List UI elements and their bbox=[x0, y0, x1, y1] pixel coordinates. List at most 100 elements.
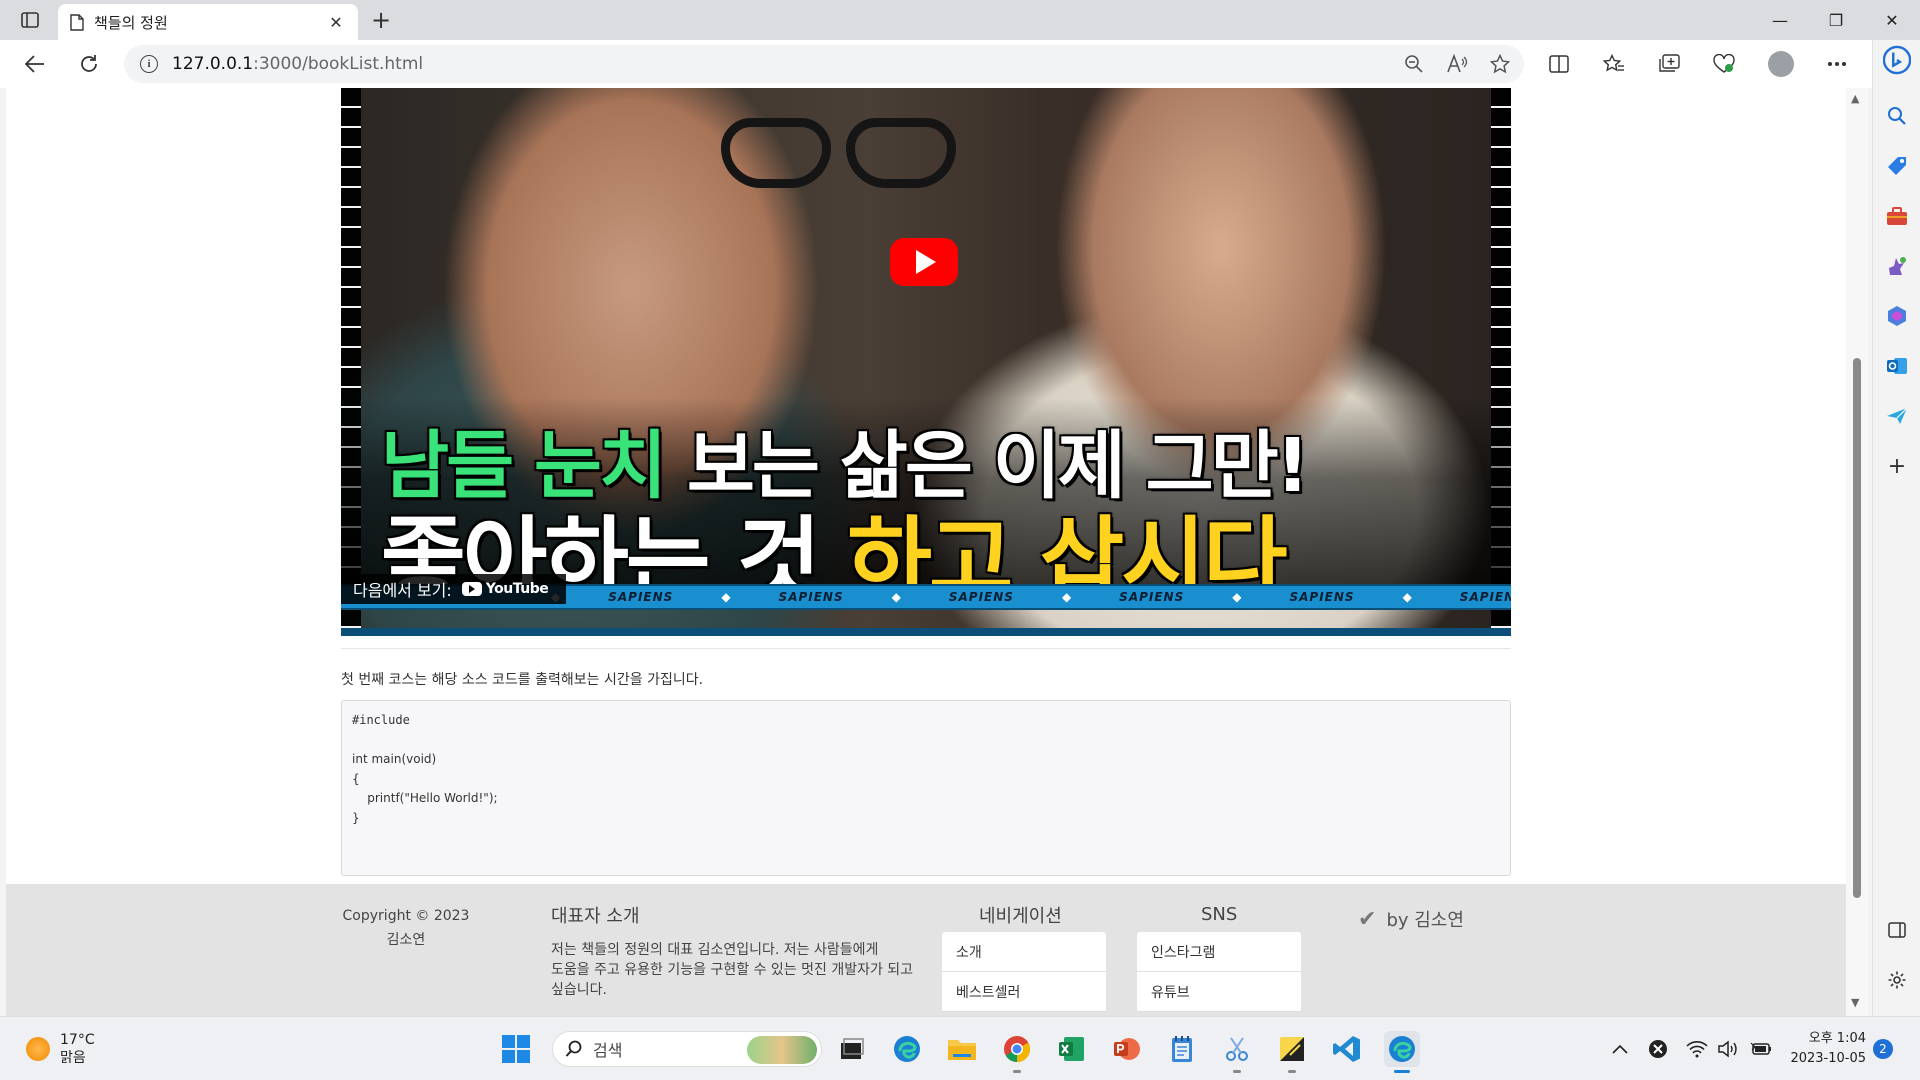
copyright: Copyright © 2023 김소연 bbox=[342, 908, 470, 948]
excel-app[interactable] bbox=[1054, 1031, 1090, 1067]
hide-sidebar-icon[interactable] bbox=[1883, 916, 1911, 944]
sns-item-youtube[interactable]: 유튜브 bbox=[1137, 972, 1301, 1012]
checkmark-icon: ✔ bbox=[1358, 906, 1377, 932]
edge-active-app[interactable] bbox=[1384, 1031, 1420, 1073]
volume-icon[interactable] bbox=[1718, 1031, 1740, 1067]
site-footer: Copyright © 2023 김소연 대표자 소개 저는 책들의 정원의 대… bbox=[6, 884, 1846, 1016]
excel-icon bbox=[1059, 1037, 1084, 1061]
sticky-notes-app[interactable] bbox=[1274, 1031, 1310, 1073]
snipping-tool-app[interactable] bbox=[1219, 1031, 1255, 1073]
chrome-app[interactable] bbox=[999, 1031, 1035, 1073]
games-icon[interactable] bbox=[1883, 252, 1911, 280]
site-info-icon[interactable]: i bbox=[140, 55, 158, 73]
vscode-app[interactable] bbox=[1329, 1031, 1365, 1067]
sns-item-instagram[interactable]: 인스타그램 bbox=[1137, 932, 1301, 972]
code-line: } bbox=[352, 810, 360, 825]
close-window-button[interactable]: ✕ bbox=[1864, 0, 1920, 40]
clock-date: 2023-10-05 bbox=[1790, 1051, 1866, 1066]
search-icon bbox=[565, 1040, 582, 1057]
youtube-video-embed[interactable]: 남들 눈치 보는 삶은 이제 그만! 좋아하는 것 하고 삽시다 ◆SAPIEN… bbox=[341, 88, 1511, 628]
reload-button[interactable] bbox=[72, 48, 106, 80]
favorite-star-icon[interactable] bbox=[1490, 54, 1510, 74]
taskbar-search[interactable]: 검색 bbox=[552, 1031, 822, 1067]
split-screen-icon[interactable] bbox=[1544, 50, 1574, 78]
notification-badge[interactable]: 2 bbox=[1873, 1039, 1893, 1059]
restore-button[interactable]: ❐ bbox=[1808, 0, 1864, 40]
file-explorer-app[interactable] bbox=[944, 1031, 980, 1067]
back-button[interactable] bbox=[18, 48, 52, 80]
search-highlight-image bbox=[747, 1036, 817, 1064]
chrome-icon bbox=[1004, 1036, 1031, 1063]
system-clock[interactable]: 오후 1:04 2023-10-05 bbox=[1786, 1029, 1866, 1069]
glasses-graphic bbox=[721, 108, 971, 198]
content-divider bbox=[341, 648, 1511, 649]
tab-actions-icon bbox=[21, 12, 39, 28]
nav-item-bestseller[interactable]: 베스트셀러 bbox=[942, 972, 1106, 1012]
edge-taskbar-app[interactable] bbox=[889, 1031, 925, 1067]
profile-avatar[interactable] bbox=[1766, 50, 1796, 78]
shopping-tag-icon[interactable] bbox=[1883, 152, 1911, 180]
weather-condition: 맑음 bbox=[60, 1050, 86, 1066]
wifi-icon[interactable] bbox=[1686, 1031, 1708, 1067]
outlook-icon[interactable] bbox=[1883, 352, 1911, 380]
settings-gear-icon[interactable] bbox=[1883, 966, 1911, 994]
show-hidden-icons-chevron[interactable] bbox=[1612, 1031, 1628, 1067]
course-description: 첫 번째 코스는 해당 소스 코드를 출력해보는 시간을 가집니다. bbox=[341, 672, 704, 688]
back-arrow-icon bbox=[25, 55, 44, 73]
tab-actions-button[interactable] bbox=[10, 6, 50, 34]
url-host: 127.0.0.1 bbox=[172, 54, 254, 74]
play-icon bbox=[916, 250, 936, 274]
url-path: :3000/bookList.html bbox=[253, 54, 424, 74]
browser-essentials-icon[interactable] bbox=[1709, 50, 1739, 78]
start-button[interactable] bbox=[498, 1031, 534, 1067]
windows-taskbar: 17°C 맑음 검색 오후 1:04 2023-10-05 2 bbox=[0, 1016, 1920, 1080]
active-tab[interactable]: 책들의 정원 ✕ bbox=[58, 4, 358, 40]
more-menu-icon[interactable] bbox=[1822, 50, 1852, 78]
watch-on-youtube-button[interactable]: 다음에서 보기: YouTube bbox=[341, 574, 567, 604]
notepad-app[interactable] bbox=[1164, 1031, 1200, 1067]
edge-sidebar: + bbox=[1872, 40, 1920, 1016]
folder-icon bbox=[948, 1040, 976, 1060]
read-aloud-icon[interactable] bbox=[1446, 54, 1468, 74]
edge-icon bbox=[894, 1036, 920, 1062]
address-bar[interactable]: i 127.0.0.1 :3000/bookList.html bbox=[124, 45, 1524, 83]
navigation-list: 소개 베스트셀러 bbox=[942, 932, 1106, 1012]
scroll-thumb[interactable] bbox=[1853, 358, 1861, 898]
bing-copilot-icon[interactable] bbox=[1883, 45, 1911, 75]
clock-time: 오후 1:04 bbox=[1808, 1031, 1866, 1046]
page-icon bbox=[70, 13, 84, 31]
task-view-icon bbox=[841, 1038, 864, 1059]
vscode-icon bbox=[1333, 1036, 1360, 1062]
send-icon[interactable] bbox=[1883, 402, 1911, 430]
scroll-up-arrow-icon[interactable]: ▲ bbox=[1851, 92, 1859, 105]
code-line: { bbox=[352, 771, 360, 786]
battery-icon[interactable] bbox=[1750, 1031, 1772, 1067]
tools-icon[interactable] bbox=[1883, 202, 1911, 230]
nav-item-about[interactable]: 소개 bbox=[942, 932, 1106, 972]
favorites-icon[interactable] bbox=[1599, 50, 1629, 78]
tab-title: 책들의 정원 bbox=[94, 13, 168, 32]
sns-list: 인스타그램 유튜브 bbox=[1137, 932, 1301, 1012]
zoom-out-icon[interactable] bbox=[1404, 54, 1424, 74]
code-line: int main(void) bbox=[352, 752, 437, 766]
sns-heading: SNS bbox=[1201, 904, 1238, 925]
new-tab-button[interactable]: + bbox=[366, 6, 396, 34]
tab-close-icon[interactable]: ✕ bbox=[326, 13, 346, 32]
code-line: #include bbox=[352, 713, 410, 727]
weather-widget[interactable]: 17°C 맑음 bbox=[26, 1031, 95, 1067]
snipping-tool-icon bbox=[1226, 1037, 1248, 1061]
task-view-button[interactable] bbox=[834, 1031, 870, 1067]
add-sidebar-app-icon[interactable]: + bbox=[1883, 452, 1911, 480]
microsoft-365-icon[interactable] bbox=[1883, 302, 1911, 330]
scroll-down-arrow-icon[interactable]: ▼ bbox=[1851, 996, 1859, 1009]
play-button[interactable] bbox=[890, 238, 958, 286]
youtube-play-icon bbox=[461, 582, 482, 596]
minimize-button[interactable]: — bbox=[1752, 0, 1808, 40]
search-icon[interactable] bbox=[1883, 102, 1911, 130]
tray-app-icon[interactable] bbox=[1648, 1031, 1668, 1067]
powerpoint-app[interactable] bbox=[1109, 1031, 1145, 1067]
edge-icon bbox=[1389, 1036, 1415, 1062]
page-scrollbar[interactable]: ▲ ▼ bbox=[1846, 88, 1868, 1016]
collections-icon[interactable] bbox=[1654, 50, 1684, 78]
